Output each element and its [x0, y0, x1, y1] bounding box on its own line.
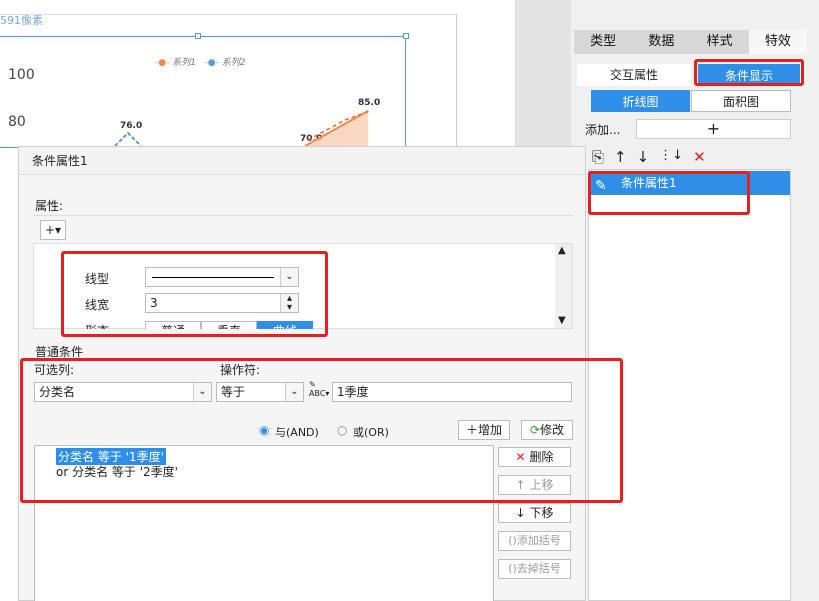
add-condition-attr-button[interactable]: + — [636, 119, 791, 139]
dialog-title: 条件属性1 — [32, 154, 88, 168]
add-bracket-button[interactable]: ()添加括号 — [498, 531, 571, 551]
tab-style[interactable]: 样式 — [691, 30, 749, 54]
remove-bracket-button[interactable]: ()去掉括号 — [498, 559, 571, 579]
move-down-button[interactable]: ↓ 下移 — [498, 503, 571, 523]
chart-plot — [114, 110, 371, 147]
highlight-condition-tab — [694, 59, 804, 86]
move-down-icon[interactable]: ↓ — [637, 148, 650, 166]
highlight-conditions — [20, 358, 623, 503]
dialog-title-bar — [19, 147, 585, 175]
remove-bracket-icon: () — [508, 562, 517, 575]
arrow-down-icon: ↓ — [515, 506, 526, 520]
condition-attr-dialog: 条件属性1 属性: +▾ ▲ ▼ 线型 ⌄ 线宽 3 ▴▾ 形态 普通 垂直 曲… — [18, 146, 623, 601]
attr-section-label: 属性: — [35, 199, 64, 213]
scroll-down-icon[interactable]: ▼ — [558, 315, 566, 326]
move-up-icon[interactable]: ↑ — [614, 148, 627, 166]
add-label: 添加... — [585, 123, 621, 137]
property-tabs: 类型 数据 样式 特效 — [574, 30, 807, 54]
highlight-line-props — [61, 251, 328, 337]
subtab-interaction[interactable]: 交互属性 — [577, 64, 691, 86]
add-attr-dropdown-button[interactable]: +▾ — [40, 220, 66, 240]
tab-data[interactable]: 数据 — [632, 30, 690, 54]
move-bottom-icon[interactable]: ⋮↓ — [659, 148, 683, 166]
highlight-list-item — [588, 171, 750, 215]
chart-tab-line[interactable]: 折线图 — [591, 90, 690, 112]
chart-tab-area[interactable]: 面积图 — [691, 90, 791, 112]
copy-icon[interactable]: ⎘ — [592, 148, 604, 166]
divider — [33, 215, 573, 216]
delete-icon[interactable]: ✕ — [693, 148, 706, 166]
series2-line — [114, 131, 142, 147]
list-toolbar: ⎘ ↑ ↓ ⋮↓ ✕ — [592, 148, 706, 166]
tab-type[interactable]: 类型 — [574, 30, 632, 54]
bracket-icon: () — [508, 534, 517, 547]
tab-effects[interactable]: 特效 — [748, 30, 807, 54]
scroll-up-icon[interactable]: ▲ — [558, 245, 566, 256]
